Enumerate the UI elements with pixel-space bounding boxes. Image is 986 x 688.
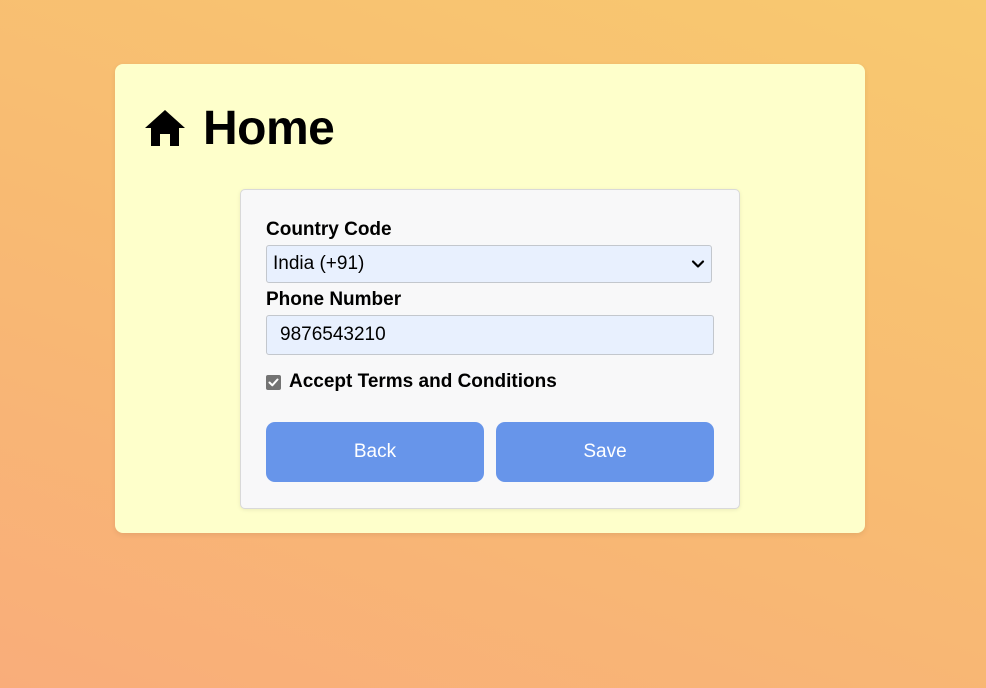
- terms-checkbox[interactable]: [266, 374, 281, 390]
- terms-label[interactable]: Accept Terms and Conditions: [289, 371, 557, 393]
- home-icon: [144, 109, 186, 147]
- phone-form: Country Code India (+91) Phone Number Ac…: [240, 189, 740, 509]
- page-header: Home: [144, 100, 335, 156]
- phone-number-input[interactable]: [266, 315, 714, 355]
- phone-number-label: Phone Number: [266, 289, 402, 310]
- chevron-down-icon: [691, 257, 705, 271]
- back-button[interactable]: Back: [266, 422, 484, 482]
- save-button[interactable]: Save: [496, 422, 714, 482]
- country-code-select[interactable]: India (+91): [266, 245, 712, 283]
- country-code-label: Country Code: [266, 219, 392, 240]
- home-card: Home Country Code India (+91) Phone Numb…: [115, 64, 865, 533]
- terms-row: Accept Terms and Conditions: [266, 371, 557, 393]
- page-title: Home: [203, 101, 335, 155]
- country-code-selected-value: India (+91): [273, 253, 365, 274]
